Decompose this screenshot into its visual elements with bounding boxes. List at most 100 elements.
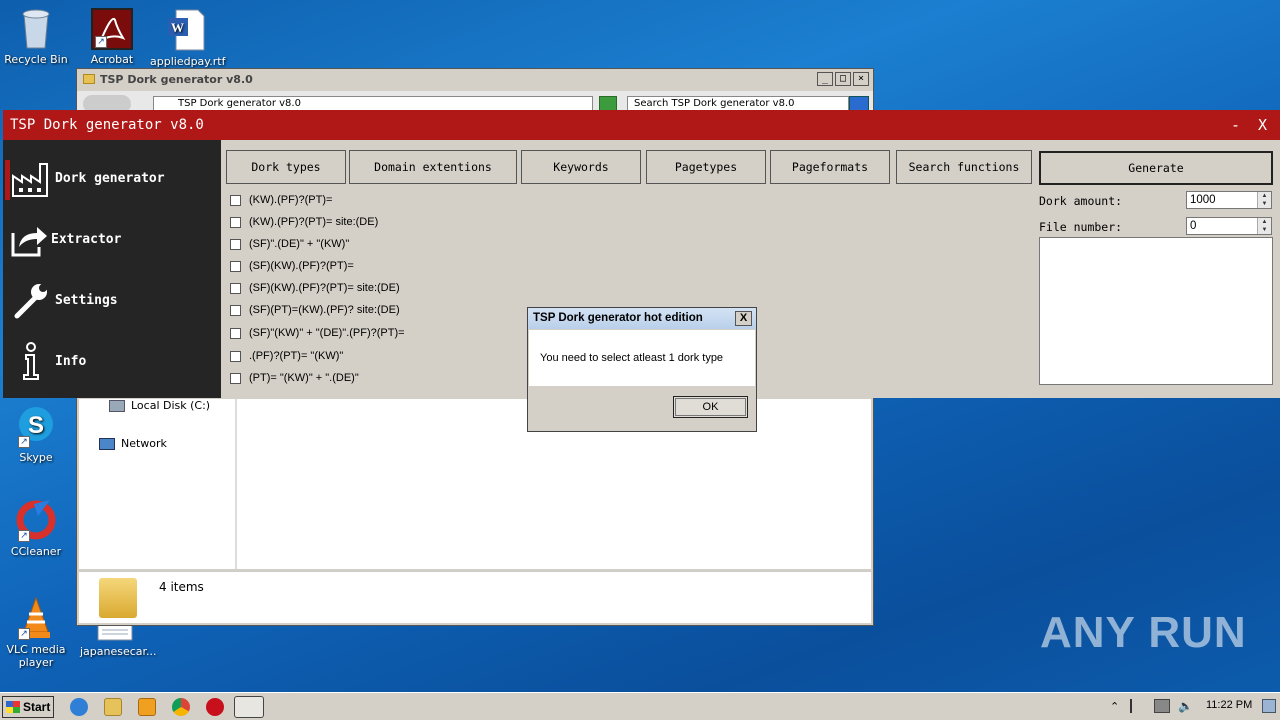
- dialog-close-button[interactable]: X: [735, 311, 752, 326]
- file-explorer-icon[interactable]: [104, 698, 122, 716]
- sidebar-item-settings[interactable]: Settings: [3, 272, 221, 328]
- checkbox[interactable]: [230, 372, 241, 384]
- explorer-window-controls: _ □ ×: [817, 72, 869, 86]
- minimize-button[interactable]: _: [817, 72, 833, 86]
- dork-type-option[interactable]: (SF)(PT)=(KW).(PF)? site:(DE): [230, 304, 400, 316]
- item-count: 4 items: [159, 580, 204, 594]
- minimize-button[interactable]: -: [1231, 110, 1240, 140]
- nav-item-local-disk[interactable]: Local Disk (C:): [109, 399, 210, 412]
- sidebar-item-label: Info: [55, 353, 87, 369]
- dork-type-label: (SF)(KW).(PF)?(PT)= site:(DE): [249, 282, 400, 294]
- dialog-titlebar[interactable]: TSP Dork generator hot edition X: [528, 308, 756, 329]
- checkbox[interactable]: [230, 304, 241, 316]
- sidebar: Dork generator Extractor Settings Info: [3, 140, 221, 398]
- dork-type-option[interactable]: (SF)(KW).(PF)?(PT)= site:(DE): [230, 282, 400, 294]
- dork-generator-taskbar-icon[interactable]: [234, 696, 264, 718]
- navigation-pane: Local Disk (C:) Network: [79, 399, 237, 569]
- dork-type-label: (KW).(PF)?(PT)= site:(DE): [249, 216, 379, 228]
- taskbar: Start ⌃ 🔈 11:22 PM: [0, 692, 1280, 720]
- checkbox[interactable]: [230, 282, 241, 294]
- dork-type-option[interactable]: (SF)".(DE)" + "(KW)": [230, 238, 349, 250]
- checkbox[interactable]: [230, 350, 241, 362]
- sidebar-item-info[interactable]: Info: [3, 333, 221, 389]
- desktop-icon-acrobat[interactable]: ↗ Acrobat: [76, 8, 148, 66]
- dork-type-label: (SF)(PT)=(KW).(PF)? site:(DE): [249, 304, 400, 316]
- checkbox[interactable]: [230, 216, 241, 228]
- desktop-icon-japanesecar[interactable]: japanesecar...: [80, 622, 157, 658]
- explorer-titlebar[interactable]: TSP Dork generator v8.0: [77, 69, 873, 89]
- maximize-button[interactable]: □: [835, 72, 851, 86]
- dork-type-option[interactable]: (PT)= "(KW)" + ".(DE)": [230, 372, 359, 384]
- desktop-icon-label: Skype: [19, 451, 53, 464]
- nav-item-network[interactable]: Network: [99, 437, 167, 450]
- dialog-message: You need to select atleast 1 dork type: [540, 352, 724, 364]
- dork-amount-value: 1000: [1190, 194, 1216, 206]
- tray-arrow-icon[interactable]: ⌃: [1110, 700, 1119, 713]
- spin-arrows-icon[interactable]: ▲ ▼: [1257, 218, 1271, 234]
- info-icon: [11, 341, 51, 381]
- tab-pageformats[interactable]: Pageformats: [770, 150, 890, 184]
- desktop-icon-appliedpay[interactable]: W appliedpay.rtf: [150, 8, 226, 68]
- desktop-icon-vlc[interactable]: ↗ VLC media player: [0, 596, 72, 669]
- app-title: TSP Dork generator v8.0: [10, 117, 204, 133]
- tab-keywords[interactable]: Keywords: [521, 150, 641, 184]
- tab-pagetypes[interactable]: Pagetypes: [646, 150, 766, 184]
- sidebar-item-extractor[interactable]: Extractor: [3, 211, 221, 267]
- dork-type-label: (SF)".(DE)" + "(KW)": [249, 238, 350, 250]
- file-number-stepper[interactable]: 0 ▲ ▼: [1186, 217, 1272, 235]
- desktop-icon-label: Acrobat: [90, 53, 134, 66]
- dork-type-option[interactable]: .(PF)?(PT)= "(KW)": [230, 350, 343, 362]
- internet-explorer-icon[interactable]: [70, 698, 88, 716]
- nav-item-label: Local Disk (C:): [131, 399, 211, 412]
- acrobat-icon: ↗: [91, 8, 133, 50]
- close-button[interactable]: ×: [853, 72, 869, 86]
- output-textarea[interactable]: [1039, 237, 1273, 385]
- desktop-icon-skype[interactable]: S ↗ Skype: [0, 404, 72, 464]
- close-button[interactable]: X: [1258, 110, 1267, 140]
- dork-amount-stepper[interactable]: 1000 ▲ ▼: [1186, 191, 1272, 209]
- shortcut-arrow-icon: ↗: [18, 628, 30, 640]
- svg-text:W: W: [171, 20, 184, 35]
- dork-type-option[interactable]: (SF)"(KW)" + "(DE)".(PF)?(PT)=: [230, 327, 405, 339]
- checkbox[interactable]: [230, 194, 241, 206]
- sidebar-item-dork-generator[interactable]: Dork generator: [3, 150, 221, 206]
- tab-domain-extentions[interactable]: Domain extentions: [349, 150, 517, 184]
- search-placeholder: Search TSP Dork generator v8.0: [634, 98, 795, 109]
- checkbox[interactable]: [230, 238, 241, 250]
- checkbox[interactable]: [230, 327, 241, 339]
- action-center-flag-icon[interactable]: [1130, 699, 1144, 713]
- dork-type-option[interactable]: (KW).(PF)?(PT)=: [230, 194, 332, 206]
- dork-type-label: (PT)= "(KW)" + ".(DE)": [249, 372, 359, 384]
- desktop-icon-ccleaner[interactable]: ↗ CCleaner: [0, 498, 72, 558]
- desktop-icon-recycle-bin[interactable]: Recycle Bin: [0, 6, 72, 66]
- volume-icon[interactable]: 🔈: [1178, 699, 1193, 713]
- dork-type-option[interactable]: (SF)(KW).(PF)?(PT)=: [230, 260, 354, 272]
- ccleaner-icon: ↗: [16, 498, 56, 542]
- ok-button[interactable]: OK: [673, 396, 748, 418]
- folder-icon: [99, 578, 137, 618]
- address-text: TSP Dork generator v8.0: [178, 98, 301, 109]
- generate-button[interactable]: Generate: [1039, 151, 1273, 185]
- chrome-icon[interactable]: [172, 698, 190, 716]
- dork-type-label: (SF)"(KW)" + "(DE)".(PF)?(PT)=: [249, 327, 405, 339]
- windows-logo-icon: [6, 701, 20, 713]
- network-tray-icon[interactable]: [1154, 699, 1170, 713]
- tab-dork-types[interactable]: Dork types: [226, 150, 346, 184]
- tab-search-functions[interactable]: Search functions: [896, 150, 1032, 184]
- dork-type-label: (SF)(KW).(PF)?(PT)=: [249, 260, 354, 272]
- opera-icon[interactable]: [206, 698, 224, 716]
- dork-type-option[interactable]: (KW).(PF)?(PT)= site:(DE): [230, 216, 378, 228]
- factory-icon: [11, 158, 51, 198]
- sidebar-item-label: Dork generator: [55, 170, 165, 186]
- app-titlebar[interactable]: TSP Dork generator v8.0 - X: [3, 110, 1280, 140]
- error-dialog: TSP Dork generator hot edition X You nee…: [527, 307, 757, 432]
- spin-arrows-icon[interactable]: ▲ ▼: [1257, 192, 1271, 208]
- desktop-icon-label: appliedpay.rtf: [150, 55, 226, 68]
- desktop-icon-label: Recycle Bin: [4, 53, 68, 66]
- clock[interactable]: 11:22 PM: [1206, 699, 1252, 711]
- show-desktop-icon[interactable]: [1262, 699, 1276, 713]
- media-player-icon[interactable]: [138, 698, 156, 716]
- start-button[interactable]: Start: [2, 696, 54, 718]
- start-label: Start: [23, 700, 51, 714]
- checkbox[interactable]: [230, 260, 241, 272]
